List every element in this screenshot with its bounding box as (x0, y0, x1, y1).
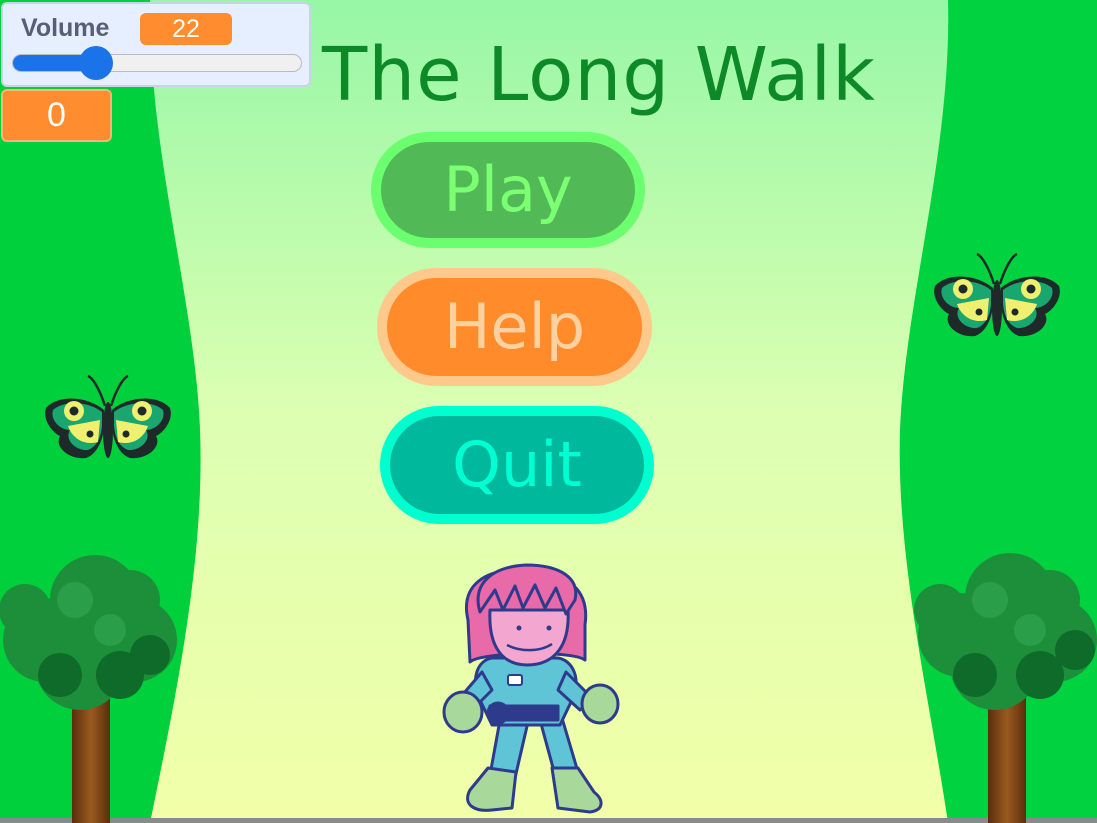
play-button[interactable]: Play (371, 132, 645, 248)
game-stage[interactable]: The Long Walk Play Help Quit Volume 22 0 (0, 0, 1097, 823)
volume-monitor: Volume 22 (1, 2, 311, 87)
play-button-label: Play (443, 153, 573, 226)
quit-button[interactable]: Quit (380, 406, 654, 524)
help-button[interactable]: Help (377, 268, 652, 386)
volume-label: Volume (21, 14, 110, 42)
volume-slider[interactable] (12, 46, 302, 80)
tree-trunk (72, 690, 110, 823)
stage-border (0, 818, 1097, 823)
quit-button-label: Quit (452, 428, 582, 501)
volume-value-badge: 22 (140, 13, 232, 45)
score-monitor: 0 (1, 89, 112, 142)
game-title: The Long Walk (322, 32, 876, 118)
volume-slider-thumb[interactable] (79, 46, 113, 80)
help-button-label: Help (443, 290, 586, 363)
